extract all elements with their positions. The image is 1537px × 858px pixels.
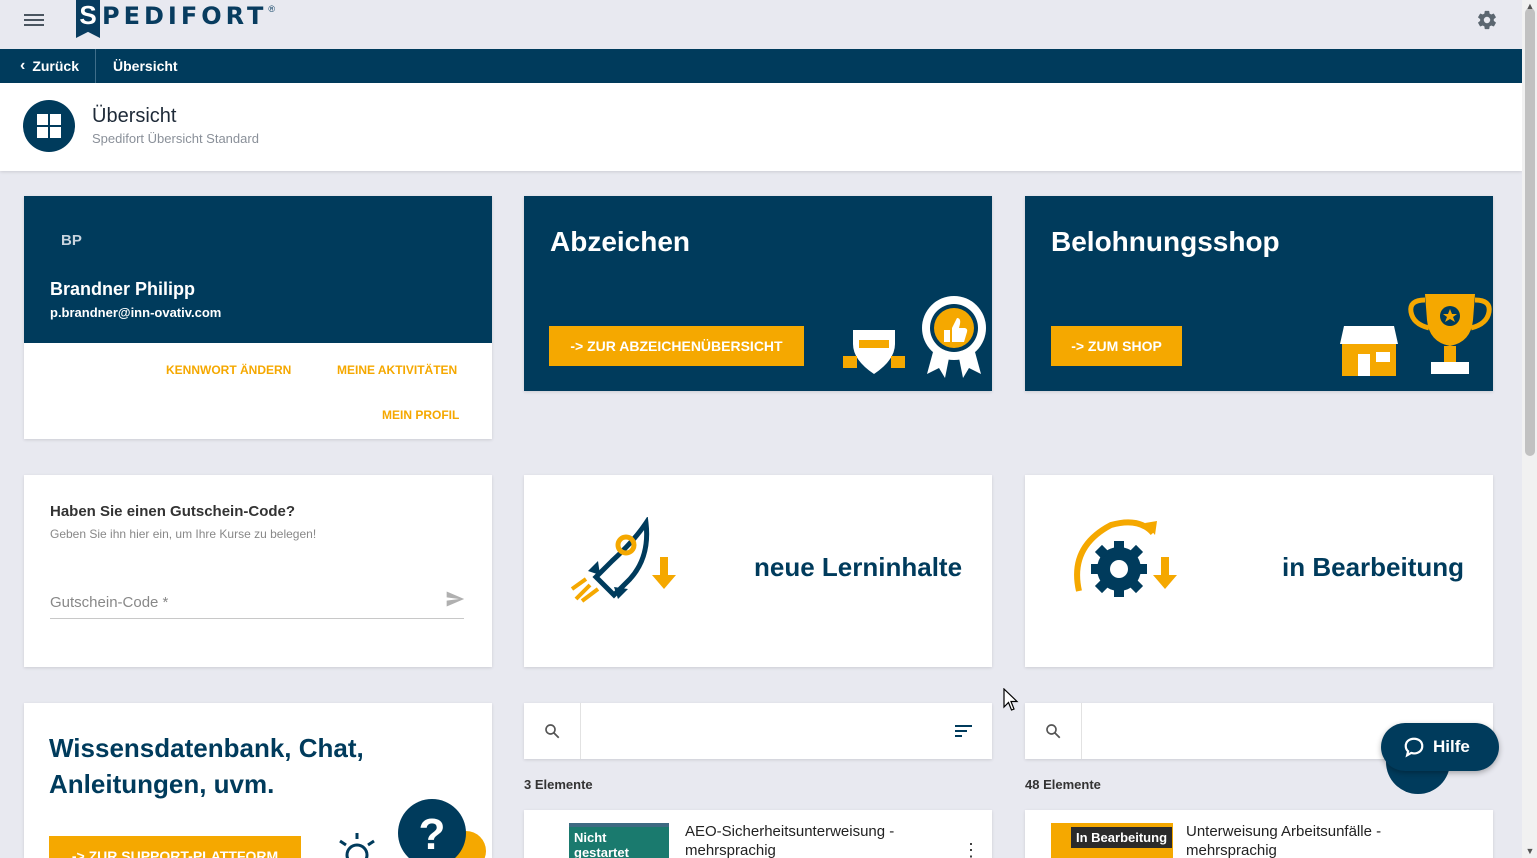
badges-title: Abzeichen (550, 226, 691, 257)
course-title-line1: Unterweisung Arbeitsunfälle - (1186, 823, 1382, 840)
breadcrumb[interactable]: Übersicht (96, 58, 178, 74)
search-icon[interactable] (524, 703, 581, 759)
gear-sync-icon (1074, 519, 1177, 597)
course-thumbnail: Nicht gestartet (569, 823, 669, 858)
course-title-line2: mehrsprachig (1186, 842, 1277, 858)
trophy-icon (1408, 294, 1492, 374)
status-badge: Nicht gestartet (569, 827, 669, 858)
voucher-code-input[interactable] (50, 587, 464, 619)
rosette-badge-icon (922, 296, 986, 378)
shop-button[interactable]: -> Zum Shop (1051, 326, 1182, 366)
list-item[interactable]: In Bearbeitung Unterweisung Arbeitsunfäl… (1025, 810, 1493, 858)
scroll-down-icon[interactable]: ▼ (1524, 846, 1536, 856)
badges-overview-button[interactable]: -> Zur Abzeichenübersicht (549, 326, 804, 366)
new-content-tile[interactable]: neue Lerninhalte (524, 475, 992, 667)
shield-badge-icon (843, 330, 905, 374)
back-button[interactable]: ‹ Zurück (0, 49, 97, 83)
top-bar: S PEDIFORT ® (0, 0, 1522, 49)
svg-text:?: ? (419, 810, 446, 858)
support-platform-button[interactable]: -> Zur Support-Plattform (49, 836, 301, 858)
knowledge-base-card: Wissensdatenbank, Chat, Anleitungen, uvm… (24, 703, 492, 858)
search-icon[interactable] (1025, 703, 1082, 759)
in-progress-label: in Bearbeitung (1282, 552, 1465, 582)
knowledge-title-line1: Wissensdatenbank, Chat, (49, 733, 364, 763)
course-title: Unterweisung Arbeitsunfälle - mehrsprach… (1186, 822, 1381, 858)
back-label: Zurück (32, 58, 80, 74)
logo-mark: S (76, 0, 100, 38)
gear-icon[interactable] (1476, 9, 1498, 31)
page-title: Übersicht (92, 105, 177, 127)
in-progress-tile[interactable]: in Bearbeitung (1025, 475, 1493, 667)
filter-sort-icon[interactable] (954, 723, 974, 739)
change-password-link[interactable]: Kennwort ändern (166, 363, 291, 377)
dashboard-icon (23, 100, 75, 152)
profile-name: Brandner Philipp (50, 279, 196, 299)
new-content-label: neue Lerninhalte (754, 552, 963, 582)
scroll-up-icon[interactable]: ▲ (1524, 1, 1536, 11)
reward-shop-card: Belohnungsshop -> Zum Shop (1025, 196, 1493, 391)
profile-header: BP Brandner Philipp p.brandner@inn-ovati… (24, 196, 492, 343)
my-activities-link[interactable]: Meine Aktivitäten (337, 363, 457, 377)
course-title-line2: mehrsprachig (685, 842, 776, 858)
knowledge-title-line2: Anleitungen, uvm. (49, 769, 275, 799)
new-content-search-input[interactable] (582, 703, 922, 759)
profile-email: p.brandner@inn-ovativ.com (50, 305, 222, 320)
knowledge-title: Wissensdatenbank, Chat, Anleitungen, uvm… (49, 730, 364, 802)
menu-icon[interactable] (24, 11, 44, 29)
status-badge: In Bearbeitung (1071, 827, 1173, 848)
badges-card: Abzeichen -> Zur Abzeichenübersicht (524, 196, 992, 391)
voucher-card: Haben Sie einen Gutschein-Code? Geben Si… (24, 475, 492, 667)
chat-bubble-icon (1404, 737, 1424, 758)
store-icon (1340, 326, 1398, 376)
my-profile-link[interactable]: Mein Profil (382, 408, 459, 422)
course-title: AEO-Sicherheitsunterweisung - mehrsprach… (685, 822, 894, 858)
question-help-icon: ? (398, 799, 486, 858)
rocket-icon (570, 517, 676, 603)
help-button[interactable]: Hilfe (1381, 723, 1499, 771)
logo-registered-mark: ® (268, 4, 276, 14)
send-icon[interactable] (445, 589, 465, 609)
page-header: Übersicht Spedifort Übersicht Standard (0, 83, 1522, 171)
voucher-title: Haben Sie einen Gutschein-Code? (50, 503, 296, 520)
spedifort-logo[interactable]: S PEDIFORT ® (76, 0, 275, 40)
course-thumbnail: In Bearbeitung (1051, 823, 1173, 858)
help-label: Hilfe (1433, 737, 1470, 756)
voucher-subtitle: Geben Sie ihn hier ein, um Ihre Kurse zu… (50, 527, 317, 541)
in-progress-search-input[interactable] (1083, 703, 1373, 759)
new-content-count: 3 Elemente (524, 777, 593, 792)
profile-card: BP Brandner Philipp p.brandner@inn-ovati… (24, 196, 492, 439)
chevron-left-icon: ‹ (20, 57, 26, 74)
new-content-search-bar (524, 703, 992, 759)
lightbulb-icon (339, 833, 375, 858)
shop-title: Belohnungsshop (1051, 226, 1280, 257)
avatar: BP (61, 232, 82, 249)
list-item[interactable]: Nicht gestartet AEO-Sicherheitsunterweis… (524, 810, 992, 858)
page-subtitle: Spedifort Übersicht Standard (92, 131, 259, 146)
in-progress-count: 48 Elemente (1025, 777, 1101, 792)
scrollbar-thumb[interactable] (1525, 8, 1535, 456)
logo-text: PEDIFORT (102, 2, 268, 30)
more-options-icon[interactable]: ⋮ (962, 840, 980, 858)
mouse-cursor-icon (1003, 688, 1019, 711)
nav-bar: ‹ Zurück Übersicht (0, 49, 1522, 83)
course-title-line1: AEO-Sicherheitsunterweisung - (685, 823, 895, 840)
